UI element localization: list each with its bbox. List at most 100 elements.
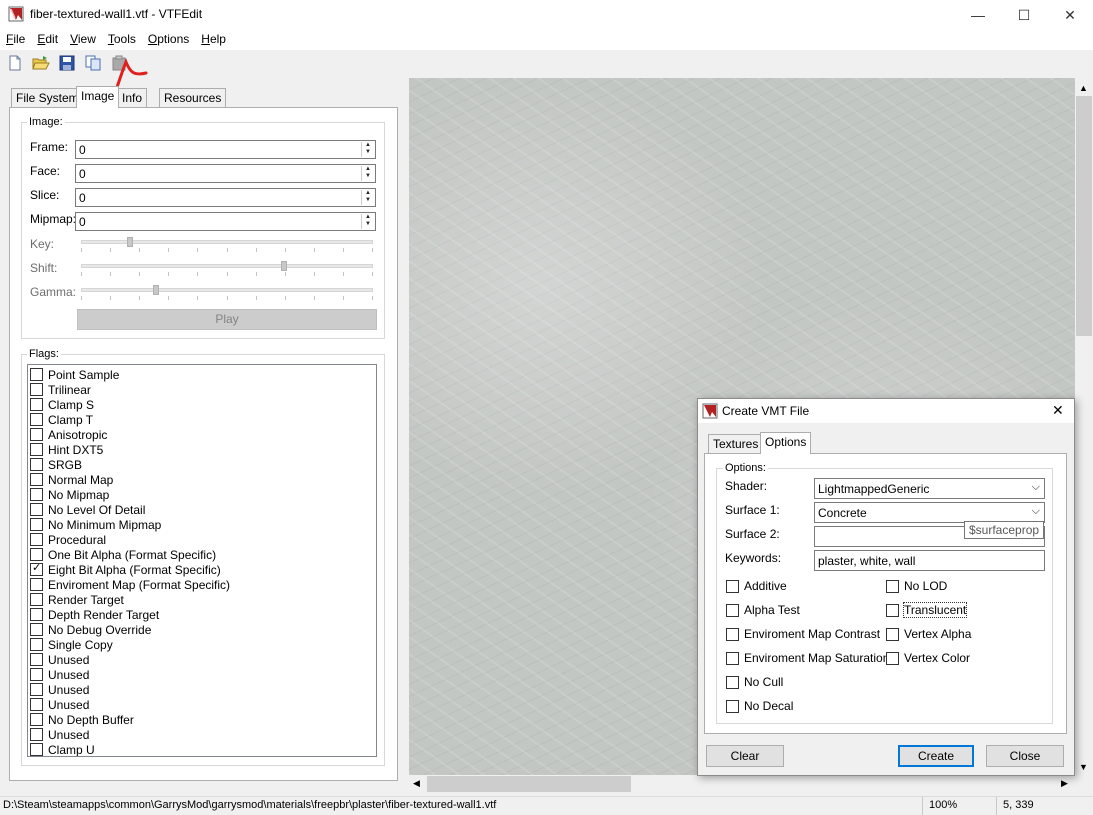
flag-checkbox[interactable] bbox=[30, 578, 43, 591]
flag-checkbox[interactable] bbox=[30, 668, 43, 681]
flag-item[interactable]: Clamp S bbox=[30, 397, 94, 412]
dialog-option-checks_right-3[interactable]: Vertex Color bbox=[886, 651, 970, 665]
flag-item[interactable]: No Depth Buffer bbox=[30, 712, 134, 727]
close-button[interactable]: ✕ bbox=[1047, 0, 1093, 30]
flag-checkbox[interactable] bbox=[30, 698, 43, 711]
dialog-option-checks_left-1[interactable]: Alpha Test bbox=[726, 603, 800, 617]
flag-checkbox[interactable] bbox=[30, 533, 43, 546]
scroll-right-icon[interactable]: ▶ bbox=[1061, 778, 1068, 789]
flag-item[interactable]: Unused bbox=[30, 652, 89, 667]
flag-checkbox[interactable] bbox=[30, 593, 43, 606]
menu-help[interactable]: Help bbox=[195, 30, 232, 50]
dialog-option-checks_left-0[interactable]: Additive bbox=[726, 579, 787, 593]
frame-spinner[interactable]: 0 ▲ ▼ bbox=[75, 140, 376, 159]
flag-item[interactable]: No Debug Override bbox=[30, 622, 151, 637]
flag-item[interactable]: Clamp U bbox=[30, 742, 95, 756]
dialog-option-checks_left-2[interactable]: Enviroment Map Contrast bbox=[726, 627, 880, 641]
flag-item[interactable]: Unused bbox=[30, 697, 89, 712]
dialog-option-checkbox[interactable] bbox=[726, 651, 739, 665]
shader-select[interactable]: LightmappedGeneric ⌵ bbox=[814, 478, 1045, 499]
preview-vertical-scrollbar[interactable]: ▲ ▼ bbox=[1075, 78, 1093, 775]
keywords-input[interactable]: plaster, white, wall bbox=[814, 550, 1045, 571]
flag-checkbox[interactable] bbox=[30, 428, 43, 441]
flag-checkbox[interactable] bbox=[30, 608, 43, 621]
preview-hscroll-thumb[interactable] bbox=[427, 776, 631, 792]
flag-checkbox[interactable] bbox=[30, 473, 43, 486]
clear-button[interactable]: Clear bbox=[706, 745, 784, 767]
flag-checkbox[interactable] bbox=[30, 623, 43, 636]
slider-thumb[interactable] bbox=[153, 285, 159, 295]
menu-options[interactable]: Options bbox=[142, 30, 195, 50]
flag-item[interactable]: Single Copy bbox=[30, 637, 113, 652]
surface1-select[interactable]: Concrete ⌵ bbox=[814, 502, 1045, 523]
flag-item[interactable]: Anisotropic bbox=[30, 427, 107, 442]
flag-item[interactable]: Clamp T bbox=[30, 412, 93, 427]
play-button[interactable]: Play bbox=[77, 309, 377, 330]
spin-down-icon[interactable]: ▼ bbox=[362, 197, 374, 204]
spin-up-icon[interactable]: ▲ bbox=[362, 190, 374, 197]
slider-thumb[interactable] bbox=[281, 261, 287, 271]
spin-down-icon[interactable]: ▼ bbox=[362, 149, 374, 156]
dialog-option-checkbox[interactable] bbox=[886, 651, 899, 665]
flag-item[interactable]: Normal Map bbox=[30, 472, 113, 487]
create-button[interactable]: Create bbox=[898, 745, 974, 767]
dialog-option-checkbox[interactable] bbox=[726, 603, 739, 617]
maximize-button[interactable]: ☐ bbox=[1001, 0, 1047, 30]
flag-checkbox[interactable] bbox=[30, 638, 43, 651]
flag-item[interactable]: Trilinear bbox=[30, 382, 91, 397]
spin-up-icon[interactable]: ▲ bbox=[362, 214, 374, 221]
tab-resources[interactable]: Resources bbox=[159, 88, 227, 108]
dialog-option-checkbox[interactable] bbox=[726, 579, 739, 593]
scroll-down-icon[interactable]: ▼ bbox=[1079, 762, 1088, 772]
dialog-option-checks_right-2[interactable]: Vertex Alpha bbox=[886, 627, 971, 641]
flag-checkbox[interactable] bbox=[30, 728, 43, 741]
preview-horizontal-scrollbar[interactable]: ◀ ▶ bbox=[409, 775, 1075, 793]
slice-spinner[interactable]: 0 ▲ ▼ bbox=[75, 188, 376, 207]
dialog-close-button[interactable]: Close bbox=[986, 745, 1064, 767]
dialog-option-checks_right-0[interactable]: No LOD bbox=[886, 579, 947, 593]
dialog-option-checks_left-4[interactable]: No Cull bbox=[726, 675, 783, 689]
preview-vscroll-thumb[interactable] bbox=[1076, 96, 1092, 336]
menu-view[interactable]: View bbox=[64, 30, 102, 50]
mipmap-spinner[interactable]: 0 ▲ ▼ bbox=[75, 212, 376, 231]
spin-down-icon[interactable]: ▼ bbox=[362, 221, 374, 228]
dialog-tab-textures[interactable]: Textures bbox=[708, 434, 764, 454]
flag-checkbox[interactable] bbox=[30, 458, 43, 471]
face-spinner[interactable]: 0 ▲ ▼ bbox=[75, 164, 376, 183]
dialog-option-checkbox[interactable] bbox=[886, 627, 899, 641]
tab-file-system[interactable]: File System bbox=[11, 88, 84, 108]
key-slider[interactable] bbox=[81, 237, 373, 253]
flag-checkbox[interactable] bbox=[30, 368, 43, 381]
menu-edit[interactable]: Edit bbox=[31, 30, 64, 50]
flag-item[interactable]: No Mipmap bbox=[30, 487, 109, 502]
dialog-option-checkbox[interactable] bbox=[726, 627, 739, 641]
tab-image[interactable]: Image bbox=[76, 86, 120, 108]
dialog-option-checkbox[interactable] bbox=[886, 579, 899, 593]
dialog-tab-options[interactable]: Options bbox=[760, 432, 812, 454]
spin-up-icon[interactable]: ▲ bbox=[362, 142, 374, 149]
menu-file[interactable]: File bbox=[0, 30, 31, 50]
flag-checkbox[interactable] bbox=[30, 383, 43, 396]
save-button[interactable] bbox=[56, 52, 78, 74]
flag-checkbox[interactable] bbox=[30, 413, 43, 426]
spin-down-icon[interactable]: ▼ bbox=[362, 173, 374, 180]
flag-checkbox[interactable] bbox=[30, 503, 43, 516]
flag-checkbox[interactable] bbox=[30, 398, 43, 411]
dialog-option-checkbox[interactable] bbox=[886, 603, 899, 617]
flag-item[interactable]: One Bit Alpha (Format Specific) bbox=[30, 547, 216, 562]
scroll-up-icon[interactable]: ▲ bbox=[1079, 83, 1088, 93]
dialog-close-icon[interactable]: ✕ bbox=[1052, 402, 1064, 419]
new-button[interactable] bbox=[4, 52, 26, 74]
flag-checkbox[interactable] bbox=[30, 561, 43, 576]
dialog-option-checks_left-3[interactable]: Enviroment Map Saturation bbox=[726, 651, 889, 665]
slider-thumb[interactable] bbox=[127, 237, 133, 247]
flag-checkbox[interactable] bbox=[30, 518, 43, 531]
flag-item[interactable]: Hint DXT5 bbox=[30, 442, 103, 457]
flag-item[interactable]: Render Target bbox=[30, 592, 124, 607]
flag-item[interactable]: Eight Bit Alpha (Format Specific) bbox=[30, 561, 221, 577]
dialog-option-checks_left-5[interactable]: No Decal bbox=[726, 699, 793, 713]
flag-item[interactable]: Unused bbox=[30, 667, 89, 682]
shift-slider[interactable] bbox=[81, 261, 373, 277]
flag-item[interactable]: Unused bbox=[30, 682, 89, 697]
open-button[interactable] bbox=[30, 52, 52, 74]
